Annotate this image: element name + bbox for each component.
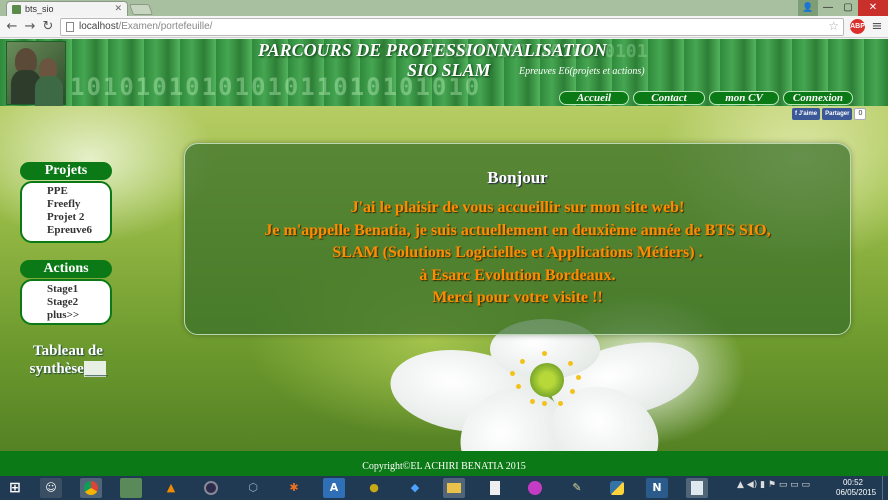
nav-accueil[interactable]: Accueil <box>559 91 629 105</box>
nav-contact[interactable]: Contact <box>633 91 705 105</box>
python-app-icon[interactable] <box>606 478 628 498</box>
browser-menu-icon[interactable]: ≡ <box>870 19 884 34</box>
sidebar-projets-menu: PPE Freefly Projet 2 Epreuve6 <box>20 181 112 243</box>
nav-mon-cv[interactable]: mon CV <box>709 91 779 105</box>
url-path: /Examen/portefeuille/ <box>118 21 213 32</box>
favicon-icon <box>12 5 21 14</box>
site-banner: 1010101010101011010101010 0101010101 101… <box>0 39 888 106</box>
back-arrow-icon[interactable]: ← <box>4 19 20 35</box>
window-controls: 👤 — ▢ ✕ <box>798 0 888 16</box>
new-tab-button[interactable] <box>128 4 154 15</box>
copyright-text: Copyright©EL ACHIRI BENATIA 2015 <box>362 461 526 472</box>
welcome-line: à Esarc Evolution Bordeaux. <box>419 266 616 284</box>
page-icon <box>66 22 74 32</box>
url-host: localhost <box>79 21 119 32</box>
facebook-share-count: 0 <box>854 108 867 120</box>
social-buttons: f J'aime Partager 0 <box>792 108 867 120</box>
hub-app-icon[interactable]: ✱ <box>283 478 305 498</box>
file-explorer-icon[interactable] <box>443 478 465 498</box>
cortana-face-icon[interactable]: ☺ <box>40 478 62 498</box>
address-bar[interactable]: localhost/Examen/portefeuille/ ☆ <box>60 18 844 36</box>
nav-connexion[interactable]: Connexion <box>783 91 853 105</box>
web-page: 1010101010101011010101010 0101010101 101… <box>0 39 888 476</box>
sidebar-actions-menu: Stage1 Stage2 plus>> <box>20 279 112 325</box>
ide-app-icon[interactable]: N <box>646 478 668 498</box>
windows-start-icon[interactable]: ⊞ <box>4 478 26 498</box>
sidebar-item-epreuve6[interactable]: Epreuve6 <box>47 224 110 237</box>
welcome-message: J'ai le plaisir de vous accueillir sur m… <box>185 197 850 310</box>
synthese-highlight: ___ <box>83 361 107 377</box>
welcome-line: J'ai le plaisir de vous accueillir sur m… <box>350 199 685 216</box>
welcome-greeting: Bonjour <box>487 168 548 187</box>
sidebar-actions-header: Actions <box>20 260 112 278</box>
minimize-button[interactable]: — <box>818 0 838 16</box>
windows-taskbar: ⊞ ☺ ▲ ⬡ ✱ A ● ◆ ✎ N ▲ ◀) ▮ ⚑ ▭ ▭ ▭ 00:52… <box>0 476 888 500</box>
clock-date: 06/05/2015 <box>836 488 877 497</box>
user-profile-icon[interactable]: 👤 <box>798 0 818 16</box>
synthese-line1: Tableau de <box>33 343 103 359</box>
notepad-app-icon[interactable] <box>686 478 708 498</box>
facebook-share-button[interactable]: Partager <box>822 108 853 120</box>
browser-toolbar: ← → ↻ localhost/Examen/portefeuille/ ☆ A… <box>0 16 888 38</box>
sidebar-item-projet2[interactable]: Projet 2 <box>47 211 110 224</box>
dropbox-icon[interactable]: ◆ <box>404 478 426 498</box>
browser-tab[interactable]: bts_sio ✕ <box>6 1 128 16</box>
vlc-cone-icon[interactable]: ▲ <box>160 478 182 498</box>
bookmark-star-icon[interactable]: ☆ <box>828 19 839 33</box>
welcome-line: Merci pour votre visite !! <box>432 289 603 306</box>
word-app-icon[interactable]: A <box>323 478 345 498</box>
clock-time: 00:52 <box>842 478 864 487</box>
welcome-line: SLAM (Solutions Logicielles et Applicati… <box>332 244 703 261</box>
author-photo <box>6 41 66 106</box>
browser-tabstrip: bts_sio ✕ 👤 — ▢ ✕ <box>0 0 888 16</box>
media-player-icon[interactable] <box>200 478 222 498</box>
window-close-button[interactable]: ✕ <box>858 0 888 16</box>
facebook-like-button[interactable]: f J'aime <box>792 108 821 120</box>
sidebar-item-stage2[interactable]: Stage2 <box>47 296 110 309</box>
virtualbox-icon[interactable]: ⬡ <box>242 478 264 498</box>
sidebar-item-stage1[interactable]: Stage1 <box>47 283 110 296</box>
paint-app-icon[interactable] <box>524 478 546 498</box>
welcome-panel: Bonjour J'ai le plaisir de vous accueill… <box>184 143 851 335</box>
synthese-line2: synthèse <box>29 361 84 377</box>
site-subtitle: SIO SLAM <box>407 60 491 80</box>
welcome-line: Je m'appelle Benatia, je suis actuelleme… <box>264 221 771 239</box>
adblock-extension-icon[interactable]: ABP <box>850 19 865 34</box>
top-navigation: Accueil Contact mon CV Connexion <box>559 91 853 105</box>
site-footer: Copyright©EL ACHIRI BENATIA 2015 <box>0 451 888 476</box>
sidebar-item-freefly[interactable]: Freefly <box>47 198 110 211</box>
sidebar-item-plus[interactable]: plus>> <box>47 309 110 322</box>
tab-title: bts_sio <box>25 4 54 14</box>
maximize-button[interactable]: ▢ <box>838 0 858 16</box>
sidebar-projets-header: Projets <box>20 162 112 180</box>
chrome-taskbar-icon[interactable] <box>80 478 102 498</box>
site-tagline: Epreuves E6(projets et actions) <box>519 66 645 77</box>
show-desktop-button[interactable] <box>882 476 888 500</box>
settings-app-icon[interactable]: ✎ <box>566 478 588 498</box>
document-icon[interactable] <box>484 478 506 498</box>
game-app-icon[interactable]: ● <box>363 478 385 498</box>
forward-arrow-icon[interactable]: → <box>22 19 38 35</box>
reload-icon[interactable]: ↻ <box>40 19 56 35</box>
site-title: PARCOURS DE PROFESSIONNALISATION <box>258 40 607 60</box>
sidebar-tableau-synthese-link[interactable]: Tableau de synthèse___ <box>24 342 112 378</box>
photo-viewer-icon[interactable] <box>120 478 142 498</box>
tab-close-icon[interactable]: ✕ <box>114 3 122 14</box>
system-tray[interactable]: ▲ ◀) ▮ ⚑ ▭ ▭ ▭ <box>737 480 810 490</box>
taskbar-clock[interactable]: 00:52 06/05/2015 <box>836 478 877 498</box>
sidebar-item-ppe[interactable]: PPE <box>47 185 110 198</box>
